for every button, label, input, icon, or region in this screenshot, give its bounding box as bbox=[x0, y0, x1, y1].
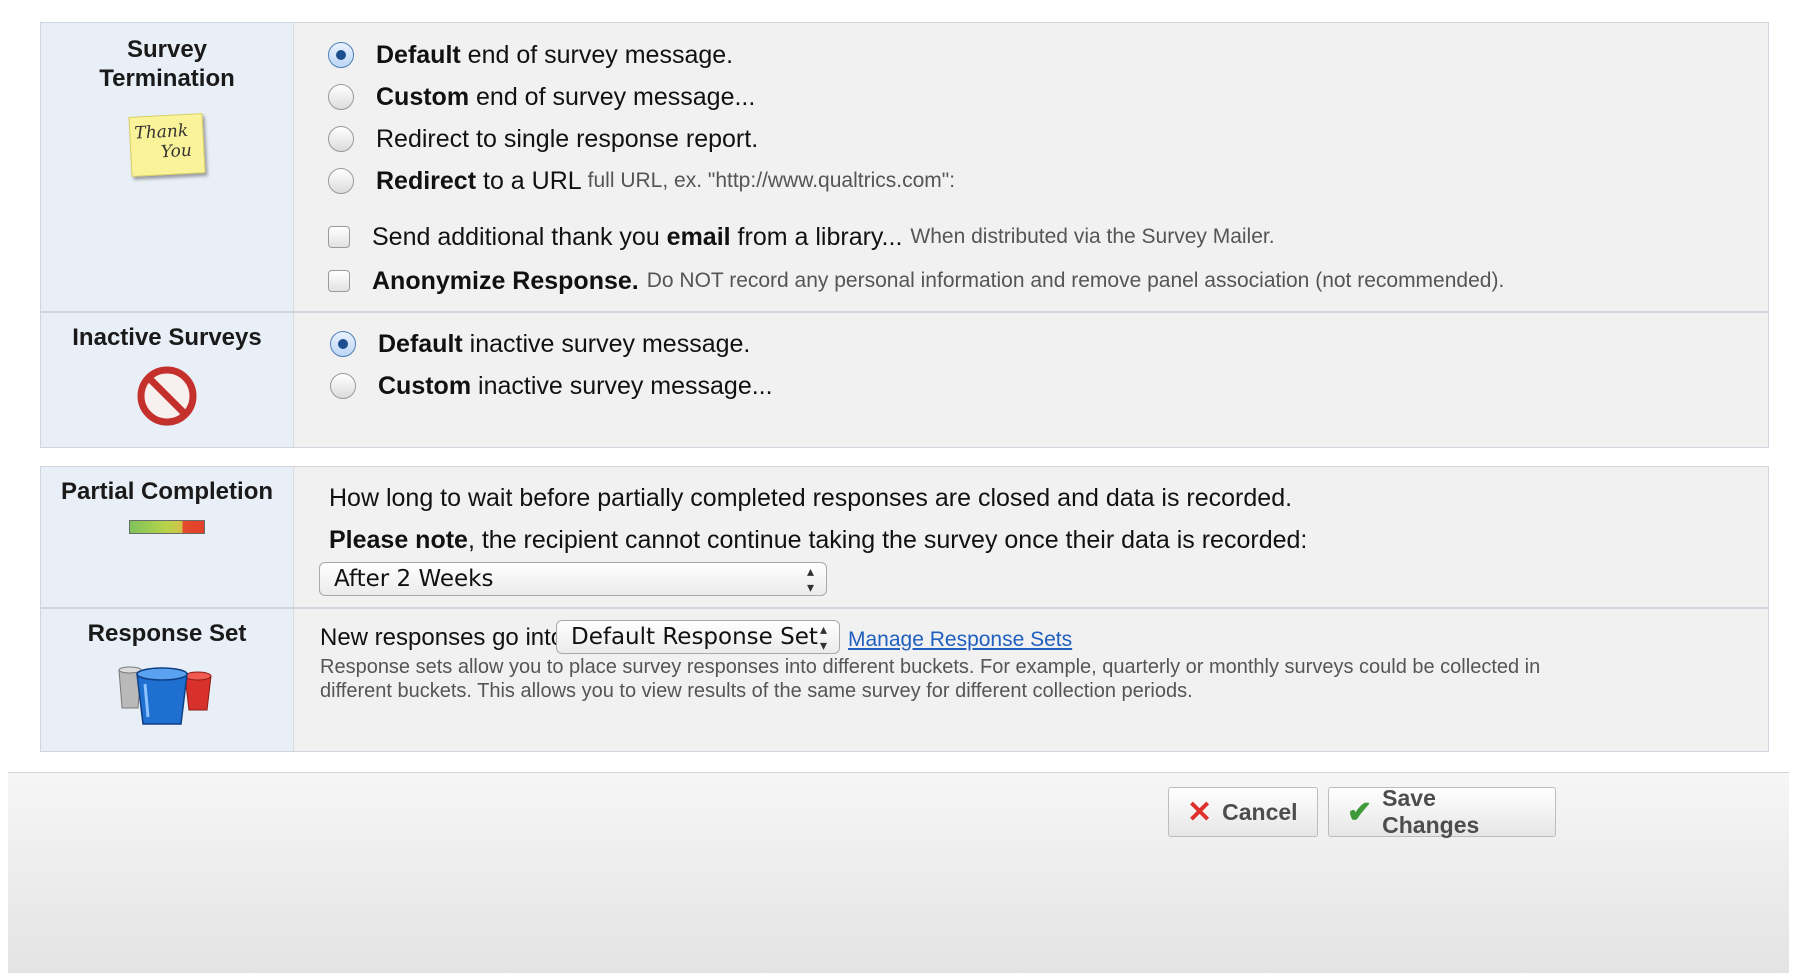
survey-options-dialog: Survey Termination Thank You Default end… bbox=[8, 0, 1789, 973]
x-icon: ✕ bbox=[1187, 795, 1213, 829]
radio-default-inactive-message[interactable]: Default inactive survey message. bbox=[330, 329, 750, 359]
survey-termination-title: Survey Termination bbox=[99, 36, 235, 92]
check-hint: When distributed via the Survey Mailer. bbox=[910, 225, 1275, 248]
checkbox[interactable] bbox=[328, 270, 350, 292]
check-text-bold: Anonymize Response. bbox=[372, 267, 639, 295]
radio-default-end-message[interactable]: Default end of survey message. bbox=[328, 40, 733, 70]
updown-arrows-icon: ▴ ▾ bbox=[806, 564, 814, 596]
save-changes-button[interactable]: ✔ Save Changes bbox=[1328, 785, 1556, 838]
inactive-surveys-section: Inactive Surveys Default inactive survey… bbox=[40, 312, 1769, 448]
response-set-label: New responses go into: bbox=[320, 624, 571, 651]
response-set-section: Response Set New responses go into: Defa… bbox=[40, 608, 1769, 752]
radio-redirect-url[interactable]: Redirect to a URL full URL, ex. "http://… bbox=[328, 166, 955, 196]
option-text: inactive survey message... bbox=[471, 372, 773, 400]
option-bold: Custom bbox=[376, 83, 470, 111]
partial-completion-section: Partial Completion How long to wait befo… bbox=[40, 466, 1769, 608]
checkbox[interactable] bbox=[328, 226, 350, 248]
option-text: end of survey message... bbox=[469, 83, 756, 111]
check-text-post: from a library... bbox=[730, 223, 903, 251]
radio-button[interactable] bbox=[328, 84, 354, 110]
updown-arrows-icon: ▴ ▾ bbox=[819, 622, 827, 654]
select-value: Default Response Set bbox=[571, 624, 818, 650]
survey-termination-label-panel: Survey Termination Thank You bbox=[41, 23, 294, 311]
radio-button[interactable] bbox=[328, 126, 354, 152]
partial-completion-select[interactable]: After 2 Weeks ▴ ▾ bbox=[319, 562, 827, 596]
radio-button[interactable] bbox=[330, 373, 356, 399]
no-entry-icon bbox=[136, 366, 198, 428]
inactive-surveys-title: Inactive Surveys bbox=[72, 324, 262, 351]
radio-button[interactable] bbox=[328, 42, 354, 68]
inactive-surveys-options: Default inactive survey message. Custom … bbox=[294, 313, 1768, 447]
option-text: to a URL bbox=[476, 167, 588, 195]
partial-completion-title: Partial Completion bbox=[60, 478, 274, 505]
check-hint: Do NOT record any personal information a… bbox=[646, 269, 1505, 292]
option-hint: full URL, ex. "http://www.qualtrics.com"… bbox=[587, 169, 956, 192]
checkbox-anonymize-response[interactable]: Anonymize Response. Do NOT record any per… bbox=[328, 266, 1504, 296]
partial-completion-note: Please note, the recipient cannot contin… bbox=[329, 525, 1307, 555]
radio-button[interactable] bbox=[328, 168, 354, 194]
progress-bar-icon bbox=[129, 520, 205, 534]
check-text-pre: Send additional thank you bbox=[372, 223, 667, 251]
partial-completion-label-panel: Partial Completion bbox=[41, 467, 294, 607]
option-bold: Default bbox=[376, 41, 461, 69]
option-text: inactive survey message. bbox=[462, 330, 751, 358]
option-text: end of survey message. bbox=[460, 41, 734, 69]
response-set-body: New responses go into: Default Response … bbox=[294, 609, 1768, 751]
radio-custom-end-message[interactable]: Custom end of survey message... bbox=[328, 82, 755, 112]
checkbox-thank-you-email[interactable]: Send additional thank you email from a l… bbox=[328, 222, 1275, 252]
response-set-title: Response Set bbox=[87, 620, 247, 647]
manage-response-sets-link[interactable]: Manage Response Sets bbox=[848, 625, 1072, 655]
checkmark-icon: ✔ bbox=[1347, 795, 1373, 829]
radio-redirect-report[interactable]: Redirect to single response report. bbox=[328, 124, 758, 154]
note-text: , the recipient cannot continue taking t… bbox=[467, 526, 1308, 554]
response-set-help-2: different buckets. This allows you to vi… bbox=[320, 680, 1193, 702]
response-set-help-1: Response sets allow you to place survey … bbox=[320, 656, 1541, 678]
response-set-select[interactable]: Default Response Set ▴ ▾ bbox=[556, 620, 840, 654]
select-value: After 2 Weeks bbox=[334, 566, 494, 592]
survey-termination-options: Default end of survey message. Custom en… bbox=[294, 23, 1768, 311]
partial-completion-description: How long to wait before partially comple… bbox=[329, 484, 1293, 512]
option-bold: Default bbox=[378, 330, 463, 358]
thank-you-note-icon: Thank You bbox=[128, 113, 206, 177]
inactive-surveys-label-panel: Inactive Surveys bbox=[41, 313, 294, 447]
survey-termination-section: Survey Termination Thank You Default end… bbox=[40, 22, 1769, 312]
save-label: Save Changes bbox=[1382, 785, 1480, 838]
option-bold: Redirect bbox=[376, 167, 477, 195]
radio-custom-inactive-message[interactable]: Custom inactive survey message... bbox=[330, 371, 773, 401]
note-bold: Please note bbox=[329, 526, 468, 554]
cancel-button[interactable]: ✕ Cancel bbox=[1168, 787, 1318, 837]
option-text: Redirect to single response report. bbox=[376, 125, 759, 153]
buckets-icon bbox=[117, 662, 217, 728]
check-text-bold: email bbox=[666, 223, 731, 251]
cancel-label: Cancel bbox=[1222, 798, 1298, 825]
partial-completion-body: How long to wait before partially comple… bbox=[294, 467, 1768, 607]
radio-button[interactable] bbox=[330, 331, 356, 357]
response-set-label-panel: Response Set bbox=[41, 609, 294, 751]
option-bold: Custom bbox=[378, 372, 472, 400]
thank-you-note-text-2: You bbox=[160, 140, 193, 163]
